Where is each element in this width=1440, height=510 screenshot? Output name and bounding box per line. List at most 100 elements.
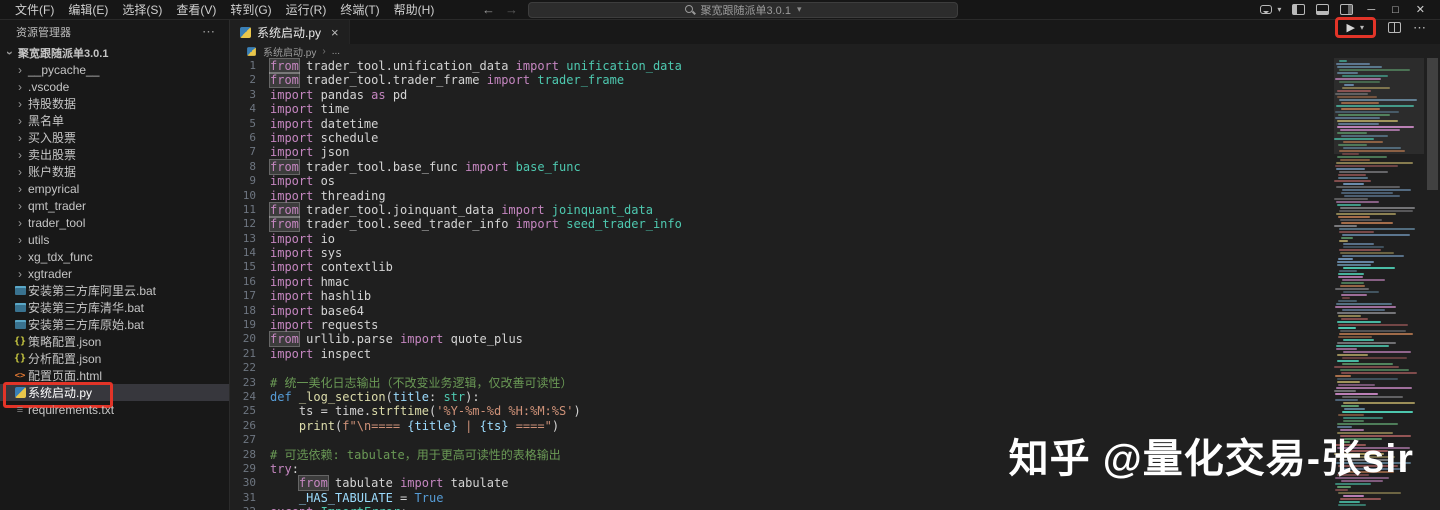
tree-item[interactable]: › 持股数据 — [0, 95, 229, 112]
code-line[interactable]: 28 # 可选依赖: tabulate，用于更高可读性的表格输出 — [230, 448, 1330, 462]
tree-item[interactable]: 安装第三方库清华.bat — [0, 299, 229, 316]
tree-item-label: 配置页面.html — [28, 369, 103, 383]
command-center[interactable]: 聚宽跟随派单3.0.1 ▾ — [528, 1, 958, 18]
code-line[interactable]: 9 import os — [230, 174, 1330, 188]
code-line[interactable]: 32except ImportError: — [230, 505, 1330, 510]
code-line[interactable]: 24 def _log_section(title: str): — [230, 390, 1330, 404]
menu-item[interactable]: 编辑(E) — [61, 0, 115, 19]
line-text: # 统一美化日志输出（不改变业务逻辑，仅改善可读性） — [270, 375, 573, 390]
tree-item[interactable]: › .vscode — [0, 78, 229, 95]
code-line[interactable]: 15 import contextlib — [230, 260, 1330, 274]
nav-forward-icon[interactable]: → — [505, 2, 518, 17]
code-line[interactable]: 27 — [230, 433, 1330, 447]
code-line[interactable]: 4 import time — [230, 102, 1330, 116]
code-line[interactable]: 22 — [230, 361, 1330, 375]
tree-item[interactable]: › __pycache__ — [0, 61, 229, 78]
code-line[interactable]: 26 print(f"\n==== {title} | {ts} ====") — [230, 419, 1330, 433]
tree-item[interactable]: {} 分析配置.json — [0, 350, 229, 367]
code-line[interactable]: 2 from trader_tool.trader_frame import tr… — [230, 73, 1330, 88]
tree-item[interactable]: ≡ requirements.txt — [0, 401, 229, 418]
code-line[interactable]: 11 from trader_tool.joinquant_data import… — [230, 202, 1330, 217]
toggle-panel-icon[interactable] — [1316, 4, 1330, 15]
menu-item[interactable]: 运行(R) — [279, 0, 334, 19]
tree-item[interactable]: › qmt_trader — [0, 197, 229, 214]
toggle-secondary-sidebar-icon[interactable] — [1340, 4, 1354, 15]
tree-item[interactable]: › 买入股票 — [0, 129, 229, 146]
minimize-icon[interactable]: ─ — [1364, 4, 1378, 16]
code-line[interactable]: 7 import json — [230, 145, 1330, 159]
tree-item[interactable]: › xg_tdx_func — [0, 248, 229, 265]
code-line[interactable]: 20 from urllib.parse import quote_plus — [230, 332, 1330, 347]
code-line[interactable]: 23 # 统一美化日志输出（不改变业务逻辑，仅改善可读性） — [230, 376, 1330, 390]
code-line[interactable]: 14 import sys — [230, 246, 1330, 260]
breadcrumb-more[interactable]: ... — [332, 46, 340, 57]
code-editor[interactable]: 1 from trader_tool.unification_data impor… — [230, 59, 1330, 510]
code-line[interactable]: 1 from trader_tool.unification_data impor… — [230, 59, 1330, 73]
menu-item[interactable]: 转到(G) — [223, 0, 278, 19]
main-area: 资源管理器 ⋯ › 聚宽跟随派单3.0.1 › __pycache__ › .vscode… — [0, 17, 1440, 510]
code-line[interactable]: 10 import threading — [230, 189, 1330, 203]
code-line[interactable]: 31 _HAS_TABULATE = True — [230, 491, 1330, 505]
breadcrumb-file[interactable]: 系统启动.py — [263, 44, 316, 59]
menu-item[interactable]: 查看(V) — [169, 0, 223, 19]
code-line[interactable]: 17 import hashlib — [230, 289, 1330, 303]
code-line[interactable]: 21 import inspect — [230, 347, 1330, 361]
chat-dropdown-icon[interactable]: ▾ — [1277, 5, 1281, 14]
search-icon — [684, 4, 695, 15]
scrollbar-thumb[interactable] — [1427, 58, 1438, 190]
tree-item[interactable]: › utils — [0, 231, 229, 248]
tree-item[interactable]: {} 策略配置.json — [0, 333, 229, 350]
run-button[interactable]: ▶ — [1347, 21, 1355, 34]
menu-item[interactable]: 文件(F) — [8, 0, 61, 19]
code-line[interactable]: 13 import io — [230, 232, 1330, 246]
code-line[interactable]: 6 import schedule — [230, 131, 1330, 145]
tab-close-icon[interactable]: × — [331, 25, 339, 40]
python-file-icon — [240, 26, 251, 38]
tree-item[interactable]: › xgtrader — [0, 265, 229, 282]
menu-item[interactable]: 选择(S) — [115, 0, 169, 19]
chat-icon[interactable] — [1260, 5, 1273, 14]
toggle-sidebar-icon[interactable] — [1292, 4, 1306, 15]
editor-scrollbar[interactable] — [1425, 58, 1440, 510]
code-line[interactable]: 16 import hmac — [230, 275, 1330, 289]
line-number: 22 — [242, 361, 256, 375]
code-line[interactable]: 25 ts = time.strftime('%Y-%m-%d %H:%M:%S… — [230, 404, 1330, 418]
split-editor-icon[interactable] — [1388, 22, 1401, 33]
tree-item[interactable]: › 账户数据 — [0, 163, 229, 180]
tree-item[interactable]: › 黑名单 — [0, 112, 229, 129]
code-line[interactable]: 30 from tabulate import tabulate — [230, 476, 1330, 491]
editor-more-actions-icon[interactable]: ⋯ — [1413, 20, 1426, 36]
code-line[interactable]: 12 from trader_tool.seed_trader_info impo… — [230, 217, 1330, 232]
code-line[interactable]: 8 from trader_tool.base_func import base_… — [230, 159, 1330, 174]
bat-file-icon — [12, 303, 28, 312]
line-text: import pandas as pd — [270, 87, 408, 102]
tree-item[interactable]: › empyrical — [0, 180, 229, 197]
code-line[interactable]: 3 import pandas as pd — [230, 88, 1330, 102]
nav-back-icon[interactable]: ← — [482, 2, 495, 17]
tree-root-folder[interactable]: › 聚宽跟随派单3.0.1 — [0, 44, 229, 61]
tree-item[interactable]: <> 配置页面.html — [0, 367, 229, 384]
code-line[interactable]: 29 try: — [230, 462, 1330, 476]
tree-item[interactable]: 系统启动.py — [0, 382, 229, 408]
close-window-icon[interactable]: ✕ — [1413, 3, 1428, 16]
menu-item[interactable]: 终端(T) — [333, 0, 386, 19]
tree-item[interactable]: 安装第三方库原始.bat — [0, 316, 229, 333]
code-line[interactable]: 5 import datetime — [230, 117, 1330, 131]
menu-item[interactable]: 帮助(H) — [387, 0, 442, 19]
line-text: def _log_section(title: str): — [270, 389, 480, 404]
explorer-more-icon[interactable]: ⋯ — [202, 24, 215, 40]
line-text: import requests — [270, 318, 379, 333]
line-text: import base64 — [270, 303, 364, 318]
minimap[interactable] — [1334, 58, 1424, 510]
tree-item[interactable]: › trader_tool — [0, 214, 229, 231]
tree-item[interactable]: › 卖出股票 — [0, 146, 229, 163]
tab-system-start-py[interactable]: 系统启动.py × — [230, 20, 350, 44]
code-line[interactable]: 19 import requests — [230, 318, 1330, 332]
chevron-collapsed-icon: › — [18, 164, 22, 179]
chevron-collapsed-icon: › — [18, 249, 22, 264]
tree-item[interactable]: 安装第三方库阿里云.bat — [0, 282, 229, 299]
run-dropdown-icon[interactable]: ▾ — [1360, 23, 1364, 32]
chevron-down-icon[interactable]: ▾ — [797, 4, 802, 15]
maximize-icon[interactable]: □ — [1389, 4, 1402, 16]
code-line[interactable]: 18 import base64 — [230, 304, 1330, 318]
